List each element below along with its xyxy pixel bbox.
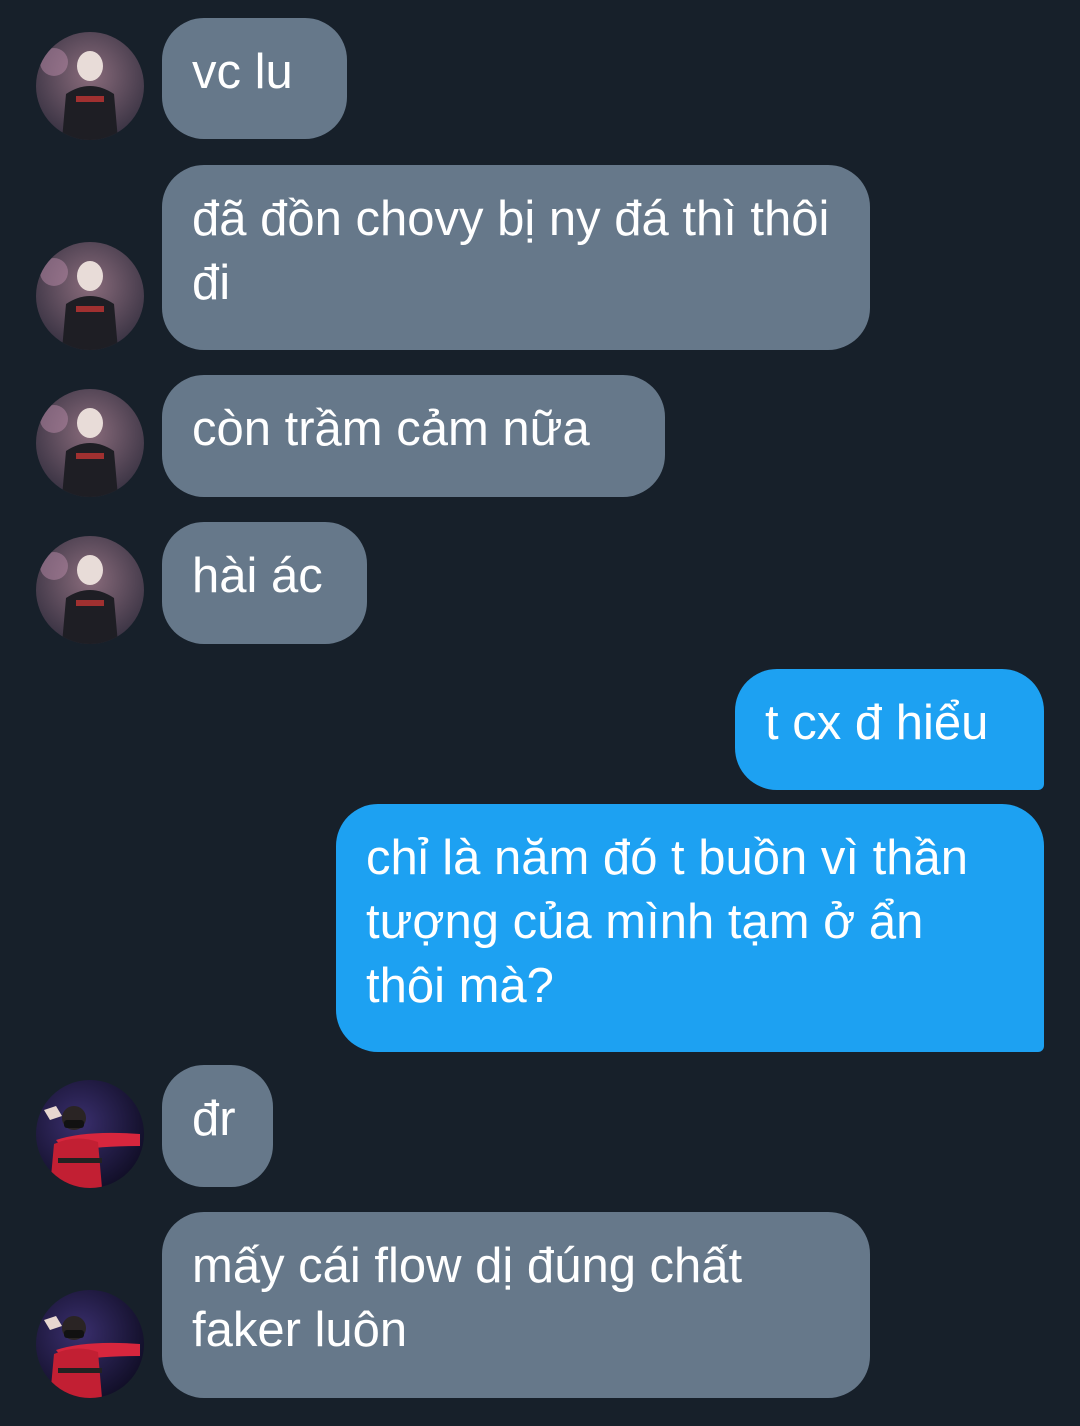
sender-avatar[interactable] (36, 32, 144, 140)
sender-avatar[interactable] (36, 1080, 144, 1188)
message-bubble-outgoing[interactable]: chỉ là năm đó t buồn vì thần tượng của m… (336, 804, 1044, 1052)
message-bubble[interactable]: đr (162, 1065, 273, 1187)
message-bubble[interactable]: đã đồn chovy bị ny đá thì thôi đi (162, 165, 870, 350)
avatar-a-image (36, 242, 144, 350)
chat-view: vc lu đã đồn chovy bị ny đá thì thôi đi (0, 0, 1080, 1426)
message-bubble[interactable]: mấy cái flow dị đúng chất faker luôn (162, 1212, 870, 1398)
avatar-b-image (36, 1290, 144, 1398)
sender-avatar[interactable] (36, 536, 144, 644)
sender-avatar[interactable] (36, 389, 144, 497)
avatar-a-image (36, 389, 144, 497)
message-bubble[interactable]: còn trầm cảm nữa (162, 375, 665, 497)
sender-avatar[interactable] (36, 242, 144, 350)
avatar-a-image (36, 536, 144, 644)
avatar-a-image (36, 32, 144, 140)
message-bubble[interactable]: hài ác (162, 522, 367, 644)
message-bubble[interactable]: vc lu (162, 18, 347, 139)
message-bubble-outgoing[interactable]: t cx đ hiểu (735, 669, 1044, 790)
sender-avatar[interactable] (36, 1290, 144, 1398)
avatar-b-image (36, 1080, 144, 1188)
